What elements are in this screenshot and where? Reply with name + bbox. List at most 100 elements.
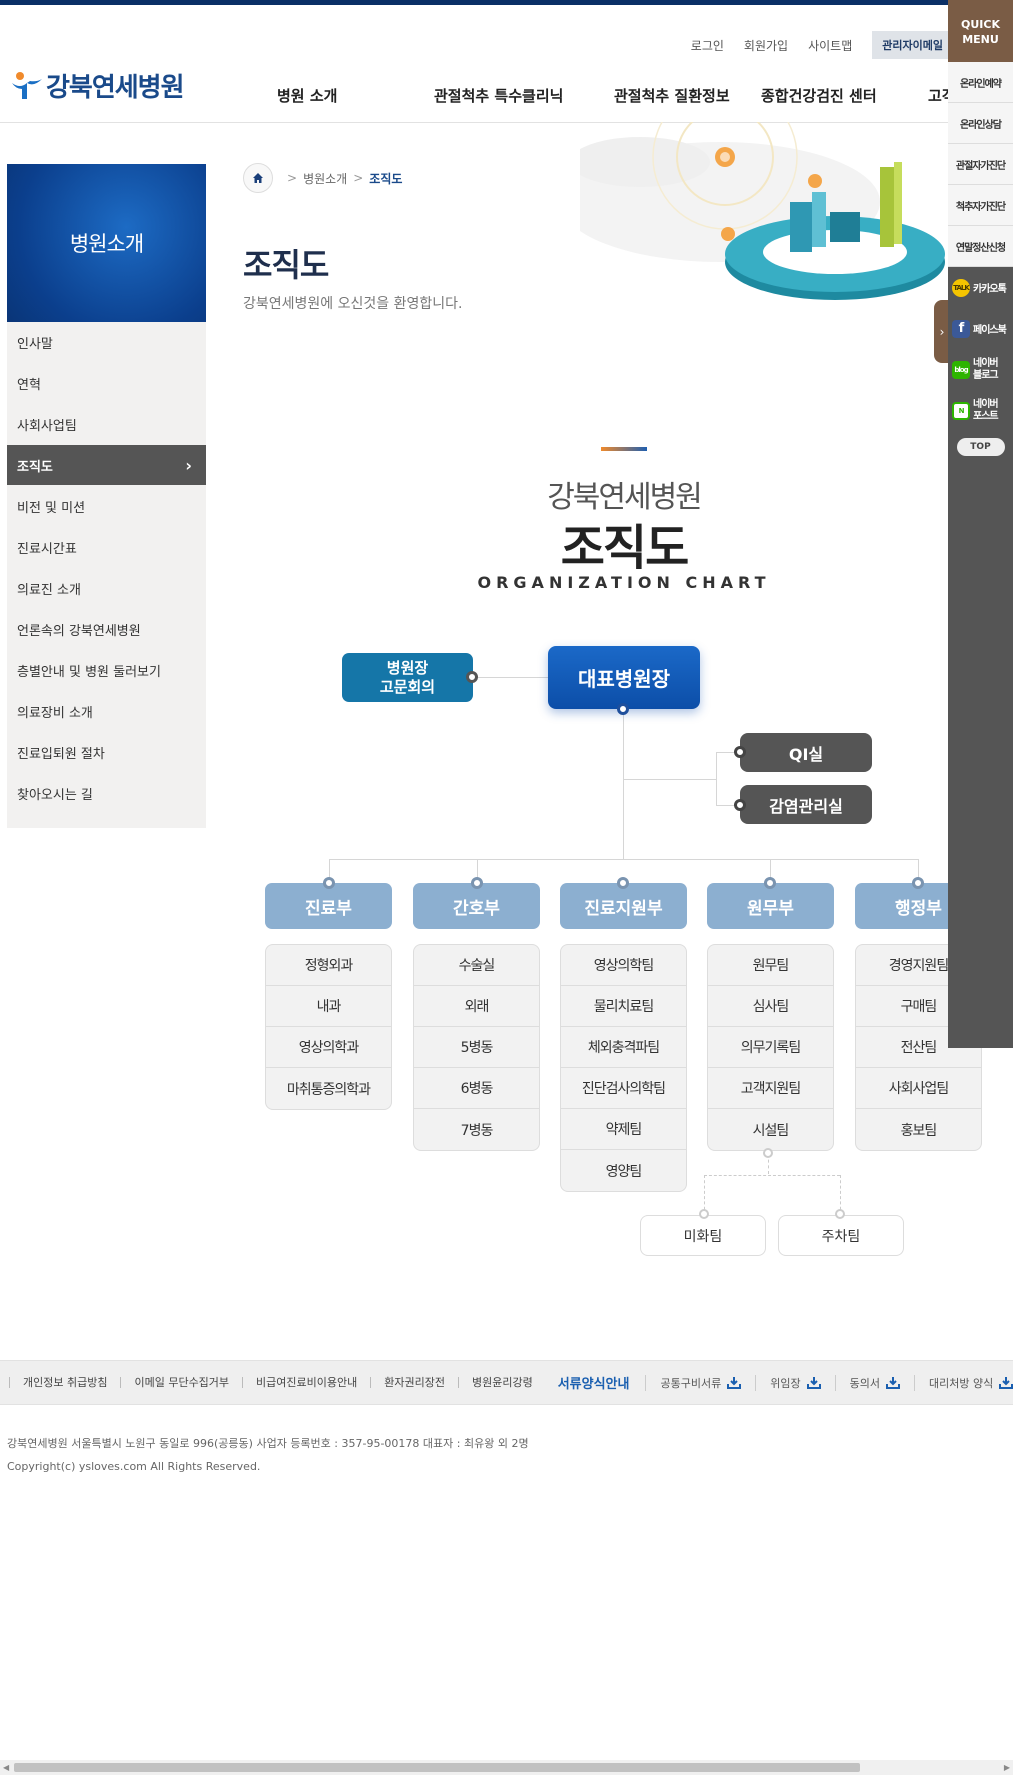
list-item: 진단검사의학팀 (561, 1068, 686, 1109)
logo-text: 강북연세병원 (46, 73, 185, 103)
logo-mark-icon (10, 69, 44, 103)
admin-mail-button[interactable]: 관리자이메일 (872, 31, 953, 59)
list-item: 의무기록팀 (708, 1027, 833, 1068)
footer-link-privacy[interactable]: 개인정보 취급방침 (9, 1377, 120, 1388)
team-list-administration-office: 원무팀 심사팀 의무기록팀 고객지원팀 시설팀 (707, 944, 834, 1151)
footer-link-email-refusal[interactable]: 이메일 무단수집거부 (120, 1377, 242, 1388)
scroll-top-button[interactable]: TOP (956, 438, 1005, 456)
sidebar-item-social-work[interactable]: 사회사업팀 (7, 404, 206, 445)
sub-team-parking: 주차팀 (778, 1215, 904, 1256)
main-nav: 병원 소개 관절척추 특수클리닉 관절척추 질환정보 종합건강검진 센터 고객 (200, 85, 960, 109)
list-item: 체외충격파팀 (561, 1027, 686, 1068)
list-item: 영상의학과 (266, 1027, 391, 1068)
forms-title: 서류양식안내 (557, 1377, 630, 1392)
list-item: 사회사업팀 (856, 1068, 981, 1109)
nav-health-checkup[interactable]: 종합건강검진 센터 (761, 85, 877, 106)
horizontal-scrollbar[interactable]: ◀ ▶ (0, 1760, 1013, 1775)
list-item: 영상의학팀 (561, 945, 686, 986)
footer-link-ethics[interactable]: 병원윤리강령 (457, 1377, 546, 1388)
facebook-icon: f (952, 319, 970, 338)
breadcrumb-current: 조직도 (369, 171, 403, 186)
ceo-box: 대표병원장 (548, 646, 700, 709)
org-title-accent (601, 447, 647, 451)
form-proxy-prescription[interactable]: 대리처방 양식 (913, 1374, 1013, 1391)
footer-copyright: Copyright(c) ysloves.com All Rights Rese… (7, 1460, 261, 1473)
list-item: 영양팀 (605, 1163, 643, 1180)
footer-address: 강북연세병원 서울특별시 노원구 동일로 996(공릉동) 사업자 등록번호 :… (7, 1437, 529, 1450)
list-item: 홍보팀 (900, 1122, 938, 1139)
list-item: 고객지원팀 (708, 1068, 833, 1109)
hero-illustration (580, 122, 980, 332)
nav-special-clinic[interactable]: 관절척추 특수클리닉 (434, 85, 563, 106)
sidebar-title: 병원소개 (7, 164, 206, 322)
org-title-big: 조직도 (560, 520, 689, 576)
sidebar-item-equipment[interactable]: 의료장비 소개 (7, 691, 206, 732)
breadcrumb-parent[interactable]: 병원소개 (303, 170, 347, 187)
quick-naver-blog[interactable]: blog 네이버 블로그 (948, 349, 1013, 390)
quick-facebook[interactable]: f 페이스북 (948, 308, 1013, 349)
sidebar-item-greeting[interactable]: 인사말 (7, 322, 206, 363)
download-icon (806, 1377, 821, 1389)
login-link[interactable]: 로그인 (691, 37, 724, 54)
dept-medical-support: 진료지원부 (560, 883, 687, 929)
qi-office-box: QI실 (740, 733, 872, 772)
list-item: 6병동 (414, 1068, 539, 1109)
footer-link-patient-rights[interactable]: 환자권리장전 (370, 1377, 458, 1388)
sidebar-item-floor-guide[interactable]: 층별안내 및 병원 둘러보기 (7, 650, 206, 691)
infection-control-box: 감염관리실 (740, 785, 872, 824)
list-item: 5병동 (414, 1027, 539, 1068)
list-item: 물리치료팀 (561, 986, 686, 1027)
quick-kakaotalk[interactable]: TALK 카카오톡 (948, 267, 1013, 308)
download-icon (885, 1377, 900, 1389)
breadcrumb: > 병원소개 > 조직도 (243, 163, 402, 193)
list-item: 심사팀 (708, 986, 833, 1027)
list-item: 내과 (266, 986, 391, 1027)
download-icon (999, 1377, 1013, 1389)
nav-disease-info[interactable]: 관절척추 질환정보 (614, 85, 730, 106)
team-list-medical: 정형외과 내과 영상의학과 마취통증의학과 (265, 944, 392, 1110)
quick-tax-settlement[interactable]: 연말정산신청 (948, 226, 1013, 267)
site-header: 로그인 회원가입 사이트맵 관리자이메일 강북연세병원 병원 소개 관절척추 특… (0, 5, 1013, 123)
list-item: 수술실 (414, 945, 539, 986)
form-power-of-attorney[interactable]: 위임장 (755, 1374, 834, 1391)
org-title-en: ORGANIZATION CHART (477, 573, 771, 592)
nav-hospital-intro[interactable]: 병원 소개 (277, 85, 337, 106)
sub-team-cleaning: 미화팀 (640, 1215, 766, 1256)
site-logo[interactable]: 강북연세병원 (10, 67, 185, 104)
quick-online-reservation[interactable]: 온라인예약 (948, 62, 1013, 103)
quick-spine-selfcheck[interactable]: 척추자가진단 (948, 185, 1013, 226)
sitemap-link[interactable]: 사이트맵 (808, 37, 852, 54)
home-icon[interactable] (243, 163, 273, 193)
naver-post-icon: N (952, 401, 970, 420)
team-list-medical-support: 영상의학팀 물리치료팀 체외충격파팀 진단검사의학팀 약제팀 영양팀 (560, 944, 687, 1192)
sidebar-item-admission[interactable]: 진료입퇴원 절차 (7, 732, 206, 773)
quick-naver-post[interactable]: N 네이버 포스트 (948, 390, 1013, 431)
dept-administration-office: 원무부 (707, 883, 834, 929)
list-item: 7병동 (460, 1122, 494, 1139)
sidebar-item-press[interactable]: 언론속의 강북연세병원 (7, 609, 206, 650)
footer-links-bar: 개인정보 취급방침 이메일 무단수집거부 비급여진료비이용안내 환자권리장전 병… (0, 1360, 1013, 1405)
scroll-right-icon[interactable]: ▶ (1004, 1763, 1010, 1772)
kakaotalk-icon: TALK (952, 278, 970, 297)
scrollbar-thumb[interactable] (14, 1763, 860, 1772)
list-item: 시설팀 (752, 1122, 790, 1139)
quick-online-consult[interactable]: 온라인상담 (948, 103, 1013, 144)
quick-menu-title: QUICK MENU (948, 0, 1013, 62)
team-list-nursing: 수술실 외래 5병동 6병동 7병동 (413, 944, 540, 1151)
list-item: 외래 (414, 986, 539, 1027)
sidebar-item-history[interactable]: 연혁 (7, 363, 206, 404)
sidebar-item-directions[interactable]: 찾아오시는 길 (7, 773, 206, 814)
dept-medical: 진료부 (265, 883, 392, 929)
list-item: 마취통증의학과 (286, 1081, 371, 1098)
list-item: 약제팀 (561, 1109, 686, 1150)
join-link[interactable]: 회원가입 (744, 37, 788, 54)
footer-link-noncovered-fees[interactable]: 비급여진료비이용안내 (242, 1377, 370, 1388)
page-title: 조직도 (243, 246, 329, 284)
utility-links: 로그인 회원가입 사이트맵 관리자이메일 (671, 31, 953, 59)
download-icon (727, 1377, 742, 1389)
form-common-docs[interactable]: 공통구비서류 (645, 1374, 755, 1391)
scroll-left-icon[interactable]: ◀ (3, 1763, 9, 1772)
quick-joint-selfcheck[interactable]: 관절자가진단 (948, 144, 1013, 185)
form-consent[interactable]: 동의서 (834, 1374, 914, 1391)
quick-menu: QUICK MENU 온라인예약 온라인상담 관절자가진단 척추자가진단 연말정… (948, 0, 1013, 1048)
